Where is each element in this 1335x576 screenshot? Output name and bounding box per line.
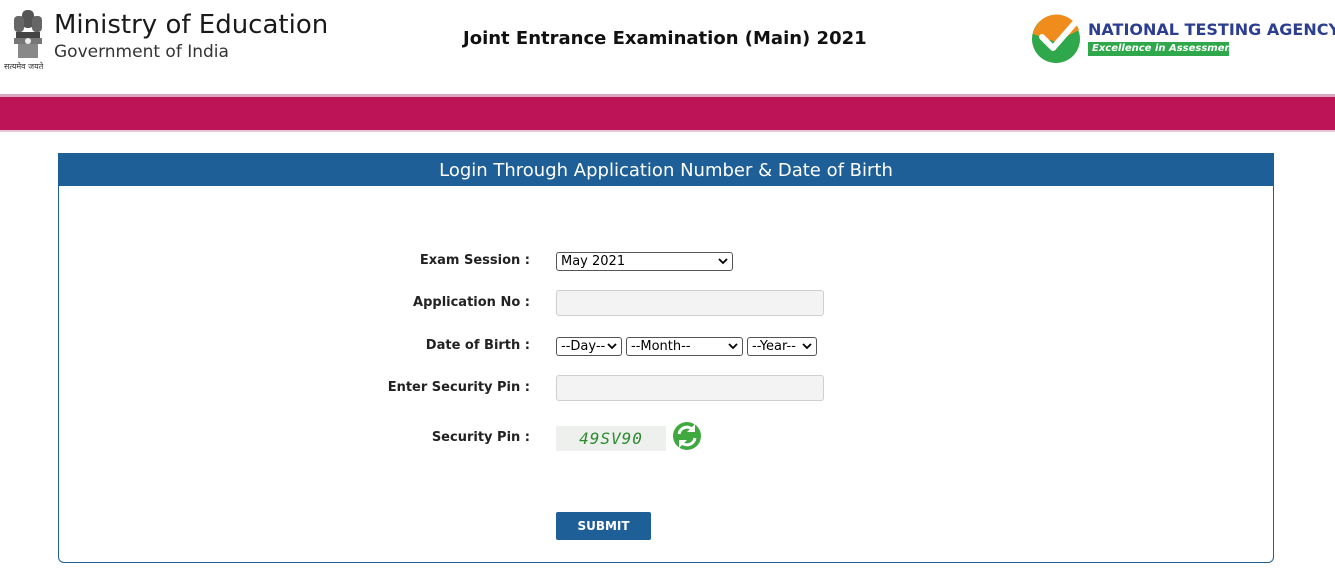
dob-month-select[interactable]: --Month-- xyxy=(626,337,743,356)
submit-button[interactable]: SUBMIT xyxy=(556,512,651,540)
chevron-down-icon xyxy=(802,343,812,350)
ministry-title: Ministry of Education xyxy=(54,10,329,40)
site-header: सत्यमेव जयते Ministry of Education Gover… xyxy=(0,0,1335,94)
captcha-image: 49SV90 xyxy=(556,426,666,451)
band-divider-bottom xyxy=(0,130,1335,132)
chevron-down-icon xyxy=(718,258,728,265)
chevron-down-icon xyxy=(728,343,738,350)
dob-year-select[interactable]: --Year-- xyxy=(747,337,817,356)
login-panel: Login Through Application Number & Date … xyxy=(58,153,1274,563)
exam-title: Joint Entrance Examination (Main) 2021 xyxy=(463,28,867,49)
security-pin-input[interactable] xyxy=(556,375,824,401)
dob-day-value: --Day-- xyxy=(561,339,606,354)
dob-year-value: --Year-- xyxy=(752,339,796,354)
nav-band xyxy=(0,97,1335,130)
application-no-label: Application No : xyxy=(413,295,530,310)
security-pin-input-label: Enter Security Pin : xyxy=(387,380,530,395)
exam-session-value: May 2021 xyxy=(561,254,626,269)
exam-session-select[interactable]: May 2021 xyxy=(556,252,733,271)
ministry-subtitle: Government of India xyxy=(54,42,229,62)
security-pin-label: Security Pin : xyxy=(431,430,530,445)
refresh-icon[interactable] xyxy=(671,420,703,452)
exam-session-label: Exam Session : xyxy=(419,253,530,268)
dob-label: Date of Birth : xyxy=(425,338,530,353)
dob-month-value: --Month-- xyxy=(631,339,691,354)
panel-heading: Login Through Application Number & Date … xyxy=(59,154,1273,186)
agency-tagline: Excellence in Assessment xyxy=(1088,42,1236,56)
nta-logo-icon xyxy=(1032,14,1080,63)
chevron-down-icon xyxy=(607,343,617,350)
application-no-input[interactable] xyxy=(556,290,824,316)
emblem-caption: सत्यमेव जयते xyxy=(4,62,44,71)
agency-name: NATIONAL TESTING AGENCY xyxy=(1088,20,1335,39)
dob-day-select[interactable]: --Day-- xyxy=(556,337,622,356)
